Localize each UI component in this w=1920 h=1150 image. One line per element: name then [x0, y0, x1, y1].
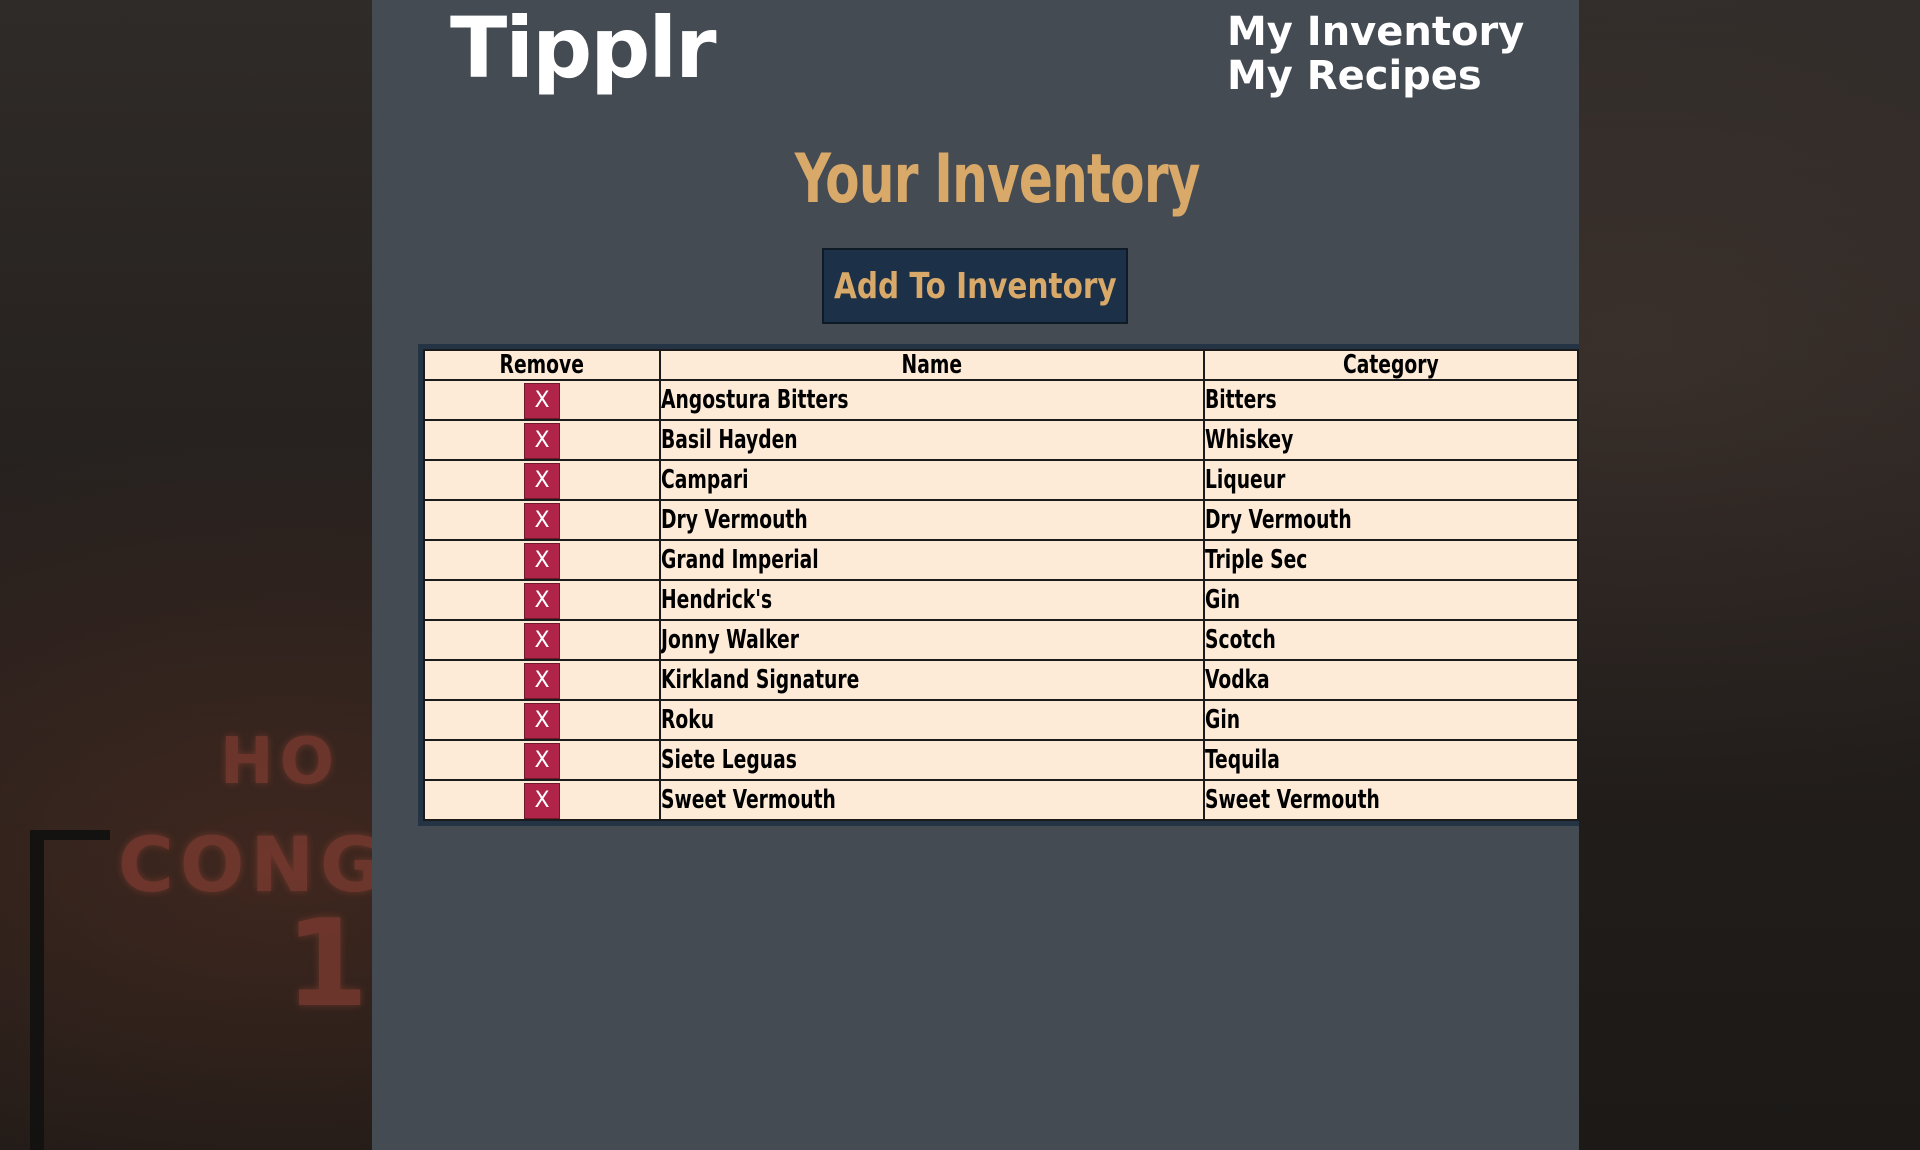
table-row: X Campari Liqueur	[423, 459, 1579, 501]
add-to-inventory-label: Add To Inventory	[833, 265, 1117, 307]
remove-cell: X	[423, 539, 661, 581]
item-name-cell: Roku	[659, 699, 1205, 741]
remove-cell: X	[423, 459, 661, 501]
remove-item-button[interactable]: X	[524, 422, 560, 458]
table-header-row: Remove Name Category	[423, 349, 1579, 381]
item-name: Jonny Walker	[661, 625, 799, 655]
table-row: X Angostura Bitters Bitters	[423, 379, 1579, 421]
remove-cell: X	[423, 779, 661, 821]
item-name: Kirkland Signature	[661, 665, 860, 695]
nav-my-inventory[interactable]: My Inventory	[1227, 10, 1524, 54]
remove-item-button[interactable]: X	[524, 462, 560, 498]
item-name: Grand Imperial	[661, 545, 819, 575]
item-category: Triple Sec	[1205, 545, 1308, 575]
background-lamp-post	[30, 830, 44, 1150]
table-row: X Jonny Walker Scotch	[423, 619, 1579, 661]
item-category: Sweet Vermouth	[1205, 785, 1380, 815]
item-name-cell: Siete Leguas	[659, 739, 1205, 781]
item-name-cell: Angostura Bitters	[659, 379, 1205, 421]
remove-cell: X	[423, 619, 661, 661]
item-name: Sweet Vermouth	[661, 785, 836, 815]
table-row: X Hendrick's Gin	[423, 579, 1579, 621]
item-category: Vodka	[1205, 665, 1270, 695]
remove-item-button[interactable]: X	[524, 662, 560, 698]
item-category: Tequila	[1205, 745, 1280, 775]
remove-item-button[interactable]: X	[524, 742, 560, 778]
item-name: Dry Vermouth	[661, 505, 808, 535]
remove-item-button[interactable]: X	[524, 782, 560, 818]
item-name-cell: Jonny Walker	[659, 619, 1205, 661]
inventory-table-container: Remove Name Category X Angostura Bitters B…	[418, 344, 1579, 826]
item-name-cell: Kirkland Signature	[659, 659, 1205, 701]
item-category-cell: Bitters	[1203, 379, 1579, 421]
item-name: Roku	[661, 705, 715, 735]
item-category-cell: Tequila	[1203, 739, 1579, 781]
remove-item-button[interactable]: X	[524, 622, 560, 658]
item-category: Dry Vermouth	[1205, 505, 1352, 535]
table-row: X Siete Leguas Tequila	[423, 739, 1579, 781]
remove-item-button[interactable]: X	[524, 502, 560, 538]
item-category: Gin	[1205, 585, 1241, 615]
item-category-cell: Gin	[1203, 579, 1579, 621]
item-name-cell: Hendrick's	[659, 579, 1205, 621]
item-name: Siete Leguas	[661, 745, 797, 775]
remove-item-button[interactable]: X	[524, 542, 560, 578]
item-category-cell: Sweet Vermouth	[1203, 779, 1579, 821]
remove-cell: X	[423, 659, 661, 701]
item-name-cell: Sweet Vermouth	[659, 779, 1205, 821]
table-row: X Sweet Vermouth Sweet Vermouth	[423, 779, 1579, 821]
background-lamp-arm	[30, 830, 110, 840]
item-category: Whiskey	[1205, 425, 1294, 455]
item-category-cell: Triple Sec	[1203, 539, 1579, 581]
brand-logo[interactable]: Tipplr	[450, 6, 717, 90]
remove-item-button[interactable]: X	[524, 702, 560, 738]
table-row: X Dry Vermouth Dry Vermouth	[423, 499, 1579, 541]
item-name-cell: Grand Imperial	[659, 539, 1205, 581]
nav-my-recipes[interactable]: My Recipes	[1227, 54, 1524, 98]
item-category-cell: Liqueur	[1203, 459, 1579, 501]
background-sign-line-1: HO	[220, 725, 340, 799]
item-category: Scotch	[1205, 625, 1276, 655]
item-name-cell: Campari	[659, 459, 1205, 501]
table-row: X Roku Gin	[423, 699, 1579, 741]
remove-cell: X	[423, 499, 661, 541]
remove-item-button[interactable]: X	[524, 582, 560, 618]
item-name-cell: Basil Hayden	[659, 419, 1205, 461]
page-title: Your Inventory	[794, 140, 1201, 219]
remove-cell: X	[423, 579, 661, 621]
inventory-table: Remove Name Category X Angostura Bitters B…	[423, 349, 1579, 821]
item-category-cell: Dry Vermouth	[1203, 499, 1579, 541]
column-header-category: Category	[1203, 349, 1579, 381]
item-category: Liqueur	[1205, 465, 1286, 495]
item-category: Gin	[1205, 705, 1241, 735]
inventory-table-body: X Angostura Bitters Bitters X Basil Hayden Wh…	[423, 379, 1579, 821]
column-header-name: Name	[659, 349, 1205, 381]
item-category-cell: Scotch	[1203, 619, 1579, 661]
item-name-cell: Dry Vermouth	[659, 499, 1205, 541]
table-row: X Grand Imperial Triple Sec	[423, 539, 1579, 581]
item-name: Angostura Bitters	[661, 385, 849, 415]
add-to-inventory-button[interactable]: Add To Inventory	[822, 248, 1128, 324]
remove-cell: X	[423, 419, 661, 461]
table-row: X Kirkland Signature Vodka	[423, 659, 1579, 701]
item-category: Bitters	[1205, 385, 1277, 415]
main-nav: My Inventory My Recipes	[1227, 10, 1524, 98]
item-category-cell: Gin	[1203, 699, 1579, 741]
item-category-cell: Vodka	[1203, 659, 1579, 701]
remove-cell: X	[423, 699, 661, 741]
table-row: X Basil Hayden Whiskey	[423, 419, 1579, 461]
remove-cell: X	[423, 739, 661, 781]
item-name: Campari	[661, 465, 749, 495]
item-category-cell: Whiskey	[1203, 419, 1579, 461]
column-header-remove: Remove	[423, 349, 661, 381]
item-name: Hendrick's	[661, 585, 773, 615]
remove-cell: X	[423, 379, 661, 421]
item-name: Basil Hayden	[661, 425, 798, 455]
remove-item-button[interactable]: X	[524, 382, 560, 418]
